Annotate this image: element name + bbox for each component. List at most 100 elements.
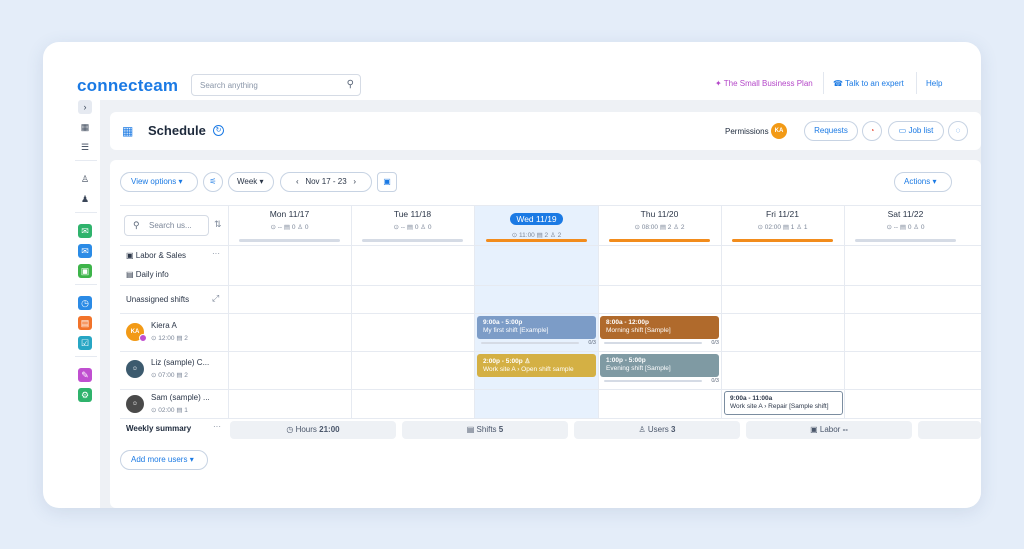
employee-meta: ⊙ 12:00 ▤ 2 — [151, 335, 188, 342]
grid-line — [120, 245, 981, 246]
clock-icon[interactable]: ◷ — [78, 296, 92, 310]
grid-line — [120, 313, 981, 314]
day-stats: ⊙ -- ▤ 0 ♙ 0 — [886, 224, 925, 231]
user-icon[interactable]: ♙ — [78, 172, 92, 186]
calendar-icon[interactable]: ▤ — [78, 316, 92, 330]
refresh-icon[interactable]: ↻ — [213, 125, 224, 136]
user-search-input[interactable]: ⚲ Search us... — [124, 215, 209, 236]
grid-line — [351, 205, 352, 418]
view-options-label: View options — [131, 177, 177, 186]
shift-desc: Morning shift [Sample] — [606, 327, 671, 334]
day-header-mon[interactable]: Mon 11/17 ⊙ -- ▤ 0 ♙ 0 — [228, 209, 351, 231]
alert-icon[interactable]: ◔ — [862, 121, 882, 141]
shift-time: 9:00a - 11:00a — [730, 395, 773, 402]
user-icon: ♙ — [638, 425, 646, 434]
shifts-value: 5 — [498, 425, 504, 434]
avatar[interactable]: ☺ — [126, 395, 144, 413]
date-range-picker[interactable]: ‹ Nov 17 - 23 › — [280, 172, 372, 192]
avatar[interactable]: ☺ — [126, 360, 144, 378]
day-header-thu[interactable]: Thu 11/20 ⊙ 08:00 ▤ 2 ♙ 2 — [598, 209, 721, 231]
list-icon[interactable]: ☰ — [78, 140, 92, 154]
add-more-users-dropdown[interactable]: Add more users ▾ — [120, 450, 208, 470]
daily-info-row[interactable]: ▤ Daily info — [126, 270, 169, 279]
more-icon[interactable]: ··· — [212, 249, 220, 258]
clock-icon: ◷ — [286, 425, 294, 434]
shift-count: 0/3 — [711, 378, 719, 384]
shift-card[interactable]: 8:00a - 12:00p Morning shift [Sample] — [600, 316, 719, 339]
shift-card[interactable]: 1:00p - 5:00p Evening shift [Sample] — [600, 354, 719, 377]
talk-to-expert-link[interactable]: ☎ Talk to an expert — [833, 79, 904, 88]
day-header-fri[interactable]: Fri 11/21 ⊙ 02:00 ▤ 1 ♙ 1 — [721, 209, 844, 231]
schedule-content: View options ▾ ⚟ Week ▾ ‹ Nov 17 - 23 › … — [110, 160, 981, 508]
help-link[interactable]: Help — [926, 79, 942, 88]
plan-link-label: The Small Business Plan — [723, 79, 813, 88]
weekly-summary-label: Weekly summary — [126, 424, 192, 433]
calendar-icon: ▦ — [122, 124, 134, 138]
app-window: connecteam Search anything ⚲ ✦ The Small… — [43, 42, 981, 508]
app-icon[interactable]: ▣ — [78, 264, 92, 278]
day-progress-bar — [732, 239, 833, 242]
more-icon[interactable]: ··· — [213, 422, 221, 431]
day-name-today: Wed 11/19 — [510, 213, 563, 225]
grid-line — [120, 351, 981, 352]
day-stats: ⊙ 02:00 ▤ 1 ♙ 1 — [757, 224, 808, 231]
day-header-wed[interactable]: Wed 11/19 ⊙ 11:00 ▤ 2 ♙ 2 — [475, 209, 598, 239]
grid-line — [228, 205, 229, 418]
sidebar-divider — [75, 160, 97, 161]
summary-users: ♙ Users 3 — [574, 421, 740, 439]
money-icon: ▣ — [810, 425, 818, 434]
mail-icon[interactable]: ✉ — [78, 244, 92, 258]
sort-icon[interactable]: ⇅ — [214, 219, 222, 230]
view-options-dropdown[interactable]: View options ▾ — [120, 172, 198, 192]
chevron-right-icon[interactable]: › — [353, 177, 356, 186]
employee-name[interactable]: Sam (sample) ... — [151, 393, 210, 402]
settings-icon[interactable]: ⚙ — [78, 388, 92, 402]
employee-name[interactable]: Liz (sample) C... — [151, 358, 209, 367]
filter-icon[interactable]: ⚟ — [203, 172, 223, 192]
shift-desc: Work site A › Repair [Sample shift] — [730, 403, 829, 410]
calendar-picker-icon[interactable]: ▣ — [377, 172, 397, 192]
shift-time: 9:00a - 5:00p — [483, 319, 523, 326]
labor-value: -- — [842, 425, 848, 434]
day-name: Thu 11/20 — [640, 209, 679, 219]
auto-assign-icon[interactable]: ⤢ — [212, 293, 219, 304]
divider — [916, 72, 917, 94]
shift-time: 2:00p - 5:00p ♙ — [483, 358, 531, 365]
day-name: Sat 11/22 — [887, 209, 924, 219]
actions-dropdown[interactable]: Actions ▾ — [894, 172, 952, 192]
requests-button[interactable]: Requests — [804, 121, 858, 141]
shifts-label: Shifts — [476, 425, 497, 434]
day-progress-bar — [855, 239, 956, 242]
connecteam-logo[interactable]: connecteam — [77, 76, 178, 96]
task-icon[interactable]: ☑ — [78, 336, 92, 350]
search-placeholder: Search anything — [200, 81, 258, 90]
chevron-right-icon[interactable]: › — [78, 100, 92, 114]
day-header-tue[interactable]: Tue 11/18 ⊙ -- ▤ 0 ♙ 0 — [351, 209, 474, 231]
chat-icon[interactable]: ✉ — [78, 224, 92, 238]
labor-sales-row[interactable]: ▣ Labor & Sales — [126, 251, 186, 260]
sidebar: › ▦ ☰ ♙ ♟ ✉ ✉ ▣ ◷ ▤ ☑ ✎ ⚙ — [73, 98, 99, 508]
shift-desc: Work site A › Open shift sample — [483, 366, 574, 373]
shift-desc: Evening shift [Sample] — [606, 365, 671, 372]
permissions-avatar[interactable]: KA — [771, 123, 787, 139]
day-header-sat[interactable]: Sat 11/22 ⊙ -- ▤ 0 ♙ 0 — [844, 209, 967, 231]
shift-footer: 0/3 — [477, 340, 596, 346]
job-list-button[interactable]: ▭ Job list — [888, 121, 944, 141]
users-icon[interactable]: ♟ — [78, 192, 92, 206]
more-icon[interactable]: ◌ — [948, 121, 968, 141]
page-title: Schedule — [148, 123, 206, 138]
chevron-left-icon[interactable]: ‹ — [296, 177, 299, 186]
employee-name[interactable]: Kiera A — [151, 321, 177, 330]
small-business-plan-link[interactable]: ✦ The Small Business Plan — [715, 79, 813, 88]
week-dropdown[interactable]: Week ▾ — [228, 172, 274, 192]
shift-card-draft[interactable]: 9:00a - 11:00a Work site A › Repair [Sam… — [724, 391, 843, 415]
shift-card[interactable]: 9:00a - 5:00p My first shift [Example] — [477, 316, 596, 339]
global-search-input[interactable]: Search anything ⚲ — [191, 74, 361, 96]
form-icon[interactable]: ✎ — [78, 368, 92, 382]
labor-sales-label: Labor & Sales — [135, 251, 187, 260]
day-progress-bar — [486, 239, 587, 242]
date-range-label: Nov 17 - 23 — [305, 177, 347, 186]
employee-meta: ⊙ 02:00 ▤ 1 — [151, 407, 188, 414]
shift-card-open[interactable]: 2:00p - 5:00p ♙ Work site A › Open shift… — [477, 354, 596, 377]
grid-icon[interactable]: ▦ — [78, 120, 92, 134]
